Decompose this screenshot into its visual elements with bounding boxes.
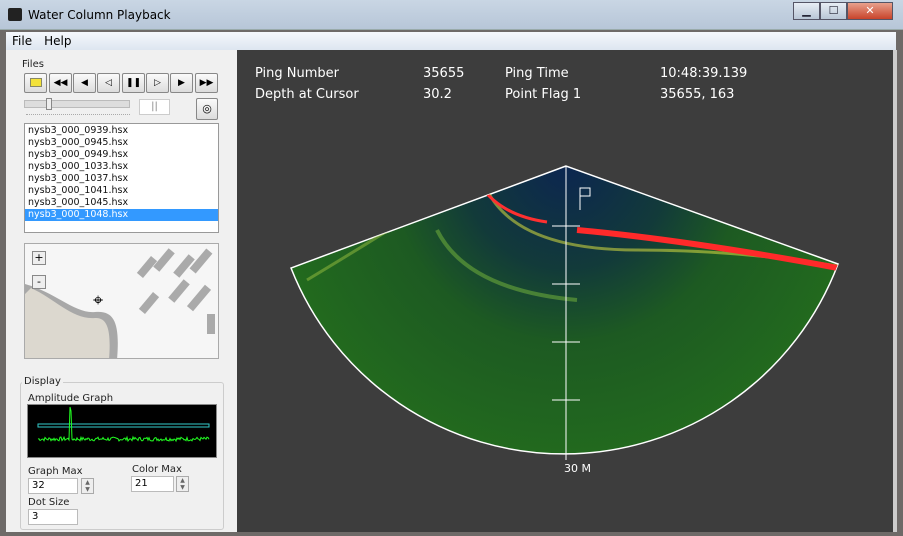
menu-file[interactable]: File [12,32,32,50]
dot-size-input[interactable]: 3 [28,509,78,525]
last-button[interactable]: ▶▶ [195,73,218,93]
step-forward-button[interactable]: ▶ [170,73,193,93]
file-list[interactable]: nysb3_000_0939.hsx nysb3_000_0945.hsx nysb… [24,123,219,233]
step-back-button[interactable]: ◀ [73,73,96,93]
open-folder-button[interactable] [24,73,47,93]
range-label: 30 M [564,462,591,475]
file-list-item[interactable]: nysb3_000_1033.hsx [25,161,218,173]
files-group-label: Files [22,59,44,70]
file-list-item[interactable]: nysb3_000_1041.hsx [25,185,218,197]
map-zoom-in-button[interactable]: + [32,251,46,265]
target-button[interactable]: ◎ [196,98,218,120]
sonar-fan [290,165,839,460]
slider-thumb[interactable] [46,98,52,110]
graph-max-label: Graph Max [28,466,83,477]
close-button[interactable]: ✕ [847,2,893,20]
water-column-view[interactable]: Ping Number 35655 Ping Time 10:48:39.139… [237,50,893,532]
map-canvas [25,248,215,358]
menu-help[interactable]: Help [44,32,71,50]
target-icon: ◎ [202,102,212,115]
color-max-stepper[interactable]: ▲ ▼ [176,476,189,492]
file-list-item[interactable]: nysb3_000_1037.hsx [25,173,218,185]
pause-indicator: || [139,99,170,115]
file-list-item[interactable]: nysb3_000_0939.hsx [25,125,218,137]
display-group-label: Display [22,376,63,387]
window-edge [893,50,897,532]
minimize-button[interactable]: ▁ [793,2,820,20]
file-list-item[interactable]: nysb3_000_1048.hsx [25,209,218,221]
amplitude-graph-label: Amplitude Graph [28,393,114,404]
color-max-input[interactable]: 21 [131,476,174,492]
graph-max-stepper[interactable]: ▲ ▼ [81,478,94,494]
play-back-button[interactable]: ◁ [97,73,120,93]
amplitude-graph [27,404,217,458]
slider-ticks [26,114,130,117]
playback-slider[interactable] [24,100,130,108]
map-view[interactable]: + - ⌖ [24,243,219,359]
maximize-button[interactable]: ☐ [820,2,847,20]
app-icon [8,8,22,21]
color-max-label: Color Max [132,464,182,475]
file-list-item[interactable]: nysb3_000_0945.hsx [25,137,218,149]
dot-size-label: Dot Size [28,497,70,508]
threshold-line [37,423,210,428]
fan-outline [290,165,839,455]
first-button[interactable]: ◀◀ [49,73,72,93]
graph-max-input[interactable]: 32 [28,478,78,494]
play-forward-button[interactable]: ▷ [146,73,169,93]
file-list-item[interactable]: nysb3_000_0949.hsx [25,149,218,161]
file-list-item[interactable]: nysb3_000_1045.hsx [25,197,218,209]
menu-bar: File Help [6,32,896,50]
folder-icon [29,78,42,87]
map-zoom-out-button[interactable]: - [32,275,46,289]
title-bar: Water Column Playback ▁ ☐ ✕ [0,0,903,30]
crosshair-icon: ⌖ [93,290,104,311]
window-title: Water Column Playback [28,8,171,22]
pause-button[interactable]: ❚❚ [122,73,145,93]
